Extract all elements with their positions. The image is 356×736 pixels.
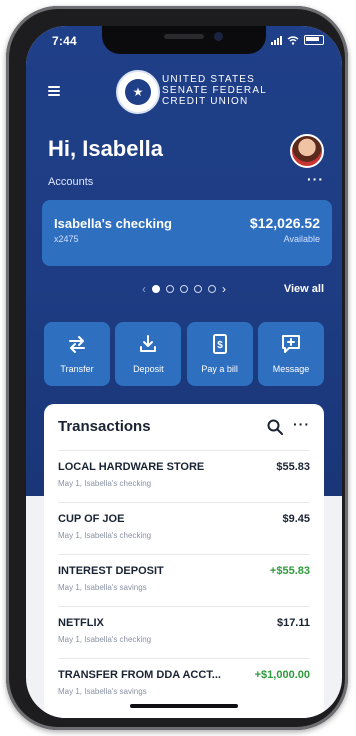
bill-icon: $ <box>208 332 232 356</box>
transaction-amount: +$55.83 <box>269 565 310 577</box>
device-notch <box>102 26 266 54</box>
signal-icon <box>271 35 282 45</box>
pay-a-bill-button[interactable]: $ Pay a bill <box>186 322 253 386</box>
status-time: 7:44 <box>52 34 77 48</box>
account-number: x2475 <box>54 234 79 244</box>
view-all-link[interactable]: View all <box>284 283 324 295</box>
transaction-meta: May 1, Isabella's savings <box>58 687 147 696</box>
transaction-merchant: TRANSFER FROM DDA ACCT... <box>58 669 221 681</box>
pager-next-icon[interactable]: › <box>222 282 226 296</box>
message-button[interactable]: Message <box>257 322 324 386</box>
speaker <box>164 34 204 39</box>
pager-prev-icon[interactable]: ‹ <box>142 282 146 296</box>
transaction-row[interactable]: CUP OF JOE May 1, Isabella's checking $9… <box>58 502 310 555</box>
eagle-icon: ★ <box>125 79 151 105</box>
camera <box>214 32 223 41</box>
accounts-more-icon[interactable]: ··· <box>307 171 324 187</box>
credit-union-seal-logo: ★ <box>116 70 160 114</box>
transaction-merchant: LOCAL HARDWARE STORE <box>58 461 205 473</box>
greeting-title: Hi, Isabella <box>48 136 163 161</box>
pager-dot[interactable] <box>194 285 202 293</box>
pager-dot[interactable] <box>166 285 174 293</box>
transaction-amount: +$1,000.00 <box>254 669 310 681</box>
account-name: Isabella's checking <box>54 216 172 231</box>
brand-line-2: SENATE FEDERAL <box>162 85 267 96</box>
transactions-card: Transactions ··· LOCAL HARDWARE STORE Ma… <box>44 404 324 718</box>
brand-line-3: CREDIT UNION <box>162 96 249 107</box>
search-icon[interactable] <box>266 418 284 436</box>
transaction-merchant: NETFLIX <box>58 617 104 629</box>
transaction-merchant: CUP OF JOE <box>58 513 125 525</box>
transaction-merchant: INTEREST DEPOSIT <box>58 565 164 577</box>
pager-dot[interactable] <box>180 285 188 293</box>
transaction-amount: $55.83 <box>276 461 310 473</box>
transaction-row[interactable]: NETFLIX May 1, Isabella's checking $17.1… <box>58 606 310 659</box>
transfer-button[interactable]: Transfer <box>44 322 110 386</box>
menu-icon[interactable] <box>48 86 60 96</box>
account-balance-label: Available <box>283 234 320 244</box>
quick-actions: Transfer Deposit $ Pay a bill Message <box>44 322 324 386</box>
transaction-meta: May 1, Isabella's checking <box>58 635 152 644</box>
transaction-meta: May 1, Isabella's checking <box>58 531 152 540</box>
transaction-row[interactable]: LOCAL HARDWARE STORE May 1, Isabella's c… <box>58 450 310 503</box>
battery-icon <box>304 35 324 45</box>
pager-dot[interactable] <box>208 285 216 293</box>
account-balance: $12,026.52 <box>249 215 320 231</box>
account-pager: ‹ › <box>142 282 226 296</box>
status-icons <box>271 35 324 45</box>
deposit-label: Deposit <box>133 364 164 374</box>
phone-frame: 7:44 ★ UNITED STATES SENATE FEDERAL CRED… <box>6 6 348 730</box>
transaction-meta: May 1, Isabella's savings <box>58 583 147 592</box>
wifi-icon <box>287 35 299 45</box>
brand-line-1: UNITED STATES <box>162 74 256 85</box>
message-label: Message <box>272 364 310 374</box>
transaction-amount: $9.45 <box>282 513 310 525</box>
message-icon <box>279 332 303 356</box>
home-indicator[interactable] <box>130 704 238 708</box>
transfer-label: Transfer <box>60 364 94 374</box>
accounts-label: Accounts <box>48 176 94 188</box>
pay-a-bill-label: Pay a bill <box>201 364 238 374</box>
transaction-meta: May 1, Isabella's checking <box>58 479 152 488</box>
transaction-amount: $17.11 <box>276 617 310 629</box>
account-card[interactable]: Isabella's checking x2475 $12,026.52 Ava… <box>42 200 332 266</box>
transfer-icon <box>65 332 89 356</box>
brand-name: UNITED STATES SENATE FEDERAL CREDIT UNIO… <box>162 74 267 107</box>
avatar[interactable] <box>290 134 324 168</box>
app-screen: 7:44 ★ UNITED STATES SENATE FEDERAL CRED… <box>26 26 342 718</box>
transactions-more-icon[interactable]: ··· <box>293 416 310 432</box>
svg-text:$: $ <box>217 340 223 351</box>
pager-dot[interactable] <box>152 285 160 293</box>
deposit-icon <box>136 332 160 356</box>
transaction-row[interactable]: INTEREST DEPOSIT May 1, Isabella's savin… <box>58 554 310 607</box>
transactions-title: Transactions <box>58 418 151 435</box>
deposit-button[interactable]: Deposit <box>115 322 182 386</box>
